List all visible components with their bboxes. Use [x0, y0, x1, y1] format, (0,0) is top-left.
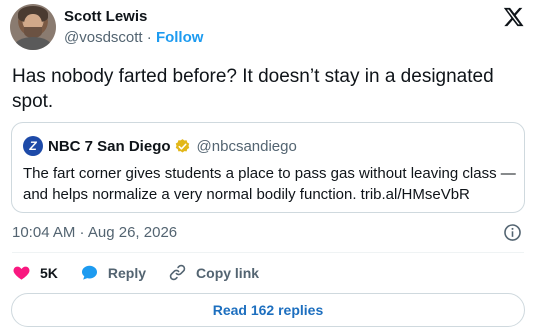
quoted-tweet-header: Z NBC 7 San Diego @nbcsandiego — [23, 136, 297, 156]
reply-bubble-icon — [81, 265, 97, 280]
reply-label: Reply — [107, 264, 147, 281]
verified-badge-icon — [175, 138, 189, 153]
link-icon — [169, 264, 186, 281]
quoted-tweet-text: The fart corner gives students a place t… — [23, 165, 516, 203]
author-handle-row: @vosdscott · Follow — [64, 29, 203, 46]
quoted-author-handle: @nbcsandiego — [196, 137, 297, 155]
quoted-author-name: NBC 7 San Diego — [48, 137, 171, 155]
like-count: 5K — [40, 264, 58, 281]
nbc-logo-icon: Z — [23, 136, 43, 156]
like-button[interactable]: 5K — [12, 263, 58, 282]
heart-icon — [13, 266, 30, 280]
x-logo-icon[interactable] — [502, 6, 524, 28]
read-replies-button[interactable]: Read 162 replies — [11, 293, 525, 327]
quoted-tweet-card[interactable]: Z NBC 7 San Diego @nbcsandiego The fart … — [11, 122, 525, 213]
tweet-text: Has nobody farted before? It doesn’t sta… — [12, 66, 494, 112]
author-handle[interactable]: @vosdscott — [64, 29, 143, 46]
tweet-timestamp[interactable]: 10:04 AM · Aug 26, 2026 — [12, 224, 177, 241]
avatar[interactable] — [10, 4, 56, 50]
divider — [12, 252, 524, 253]
action-bar: 5K Reply Copy link — [12, 263, 281, 282]
handle-separator: · — [142, 29, 156, 46]
copy-link-button[interactable]: Copy link — [168, 263, 259, 282]
author-name[interactable]: Scott Lewis — [64, 8, 147, 25]
info-icon[interactable] — [503, 223, 522, 242]
copy-link-label: Copy link — [196, 264, 260, 281]
reply-button[interactable]: Reply — [80, 263, 146, 282]
follow-button[interactable]: Follow — [156, 29, 204, 46]
